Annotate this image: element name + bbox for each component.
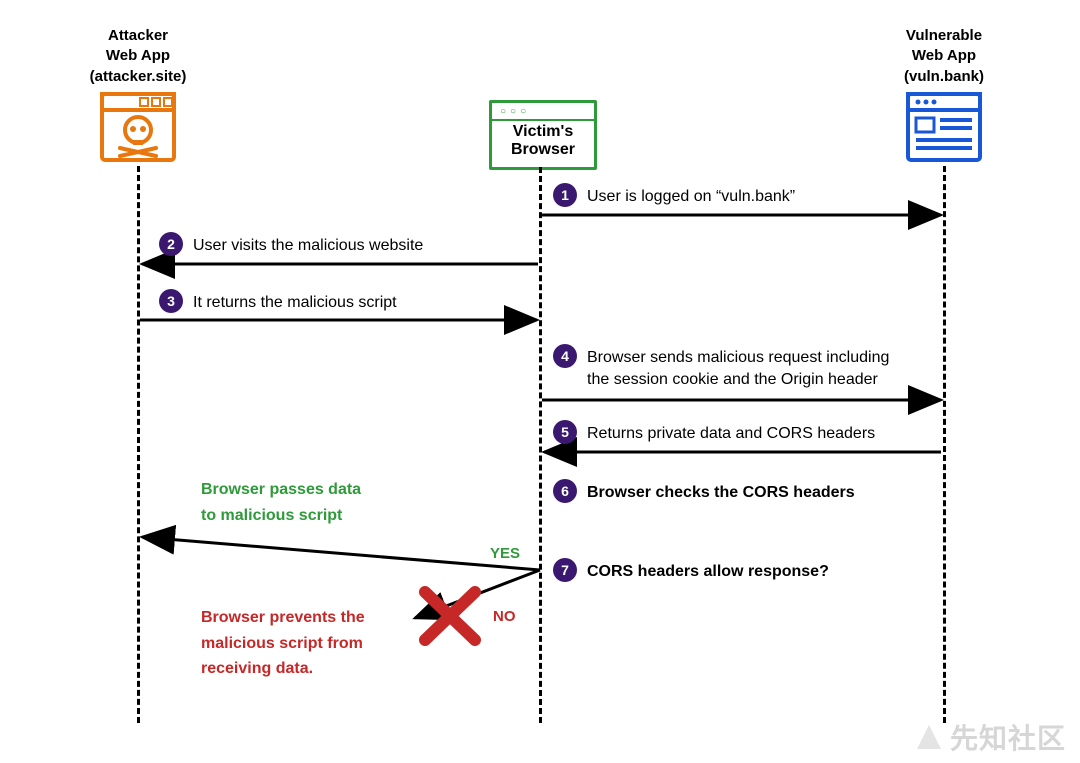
- step-7-badge: 7: [553, 558, 577, 582]
- step-4-badge: 4: [553, 344, 577, 368]
- step-1-num: 1: [561, 187, 569, 203]
- step-1-badge: 1: [553, 183, 577, 207]
- step-4-num: 4: [561, 348, 569, 364]
- no-line2: malicious script from: [201, 635, 363, 652]
- step-4-text: Browser sends malicious request includin…: [587, 347, 889, 390]
- step-2-badge: 2: [159, 232, 183, 256]
- step-1-text: User is logged on “vuln.bank”: [587, 186, 795, 208]
- step-7-text: CORS headers allow response?: [587, 561, 829, 583]
- watermark: 先知社区: [914, 717, 1066, 757]
- no-branch-text: Browser prevents the malicious script fr…: [201, 605, 365, 682]
- step-4-line2: the session cookie and the Origin header: [587, 371, 878, 388]
- step-7-num: 7: [561, 562, 569, 578]
- no-label: NO: [493, 608, 516, 625]
- watermark-text: 先知社区: [950, 717, 1066, 757]
- step-3-badge: 3: [159, 289, 183, 313]
- yes-branch-text: Browser passes data to malicious script: [201, 477, 361, 528]
- sequence-diagram: Attacker Web App (attacker.site) Vulnera…: [0, 0, 1080, 763]
- step-6-text: Browser checks the CORS headers: [587, 482, 855, 504]
- yes-line2: to malicious script: [201, 507, 342, 524]
- step-6-num: 6: [561, 483, 569, 499]
- step-3-num: 3: [167, 293, 175, 309]
- step-3-text: It returns the malicious script: [193, 292, 397, 314]
- no-line3: receiving data.: [201, 660, 313, 677]
- arrows-layer: [0, 0, 1080, 763]
- step-2-text: User visits the malicious website: [193, 235, 423, 257]
- step-6-badge: 6: [553, 479, 577, 503]
- step-2-num: 2: [167, 236, 175, 252]
- step-4-line1: Browser sends malicious request includin…: [587, 349, 889, 366]
- yes-label: YES: [490, 545, 520, 562]
- step-5-num: 5: [561, 424, 569, 440]
- step-5-badge: 5: [553, 420, 577, 444]
- yes-line1: Browser passes data: [201, 481, 361, 498]
- no-line1: Browser prevents the: [201, 609, 365, 626]
- step-5-text: Returns private data and CORS headers: [587, 423, 875, 445]
